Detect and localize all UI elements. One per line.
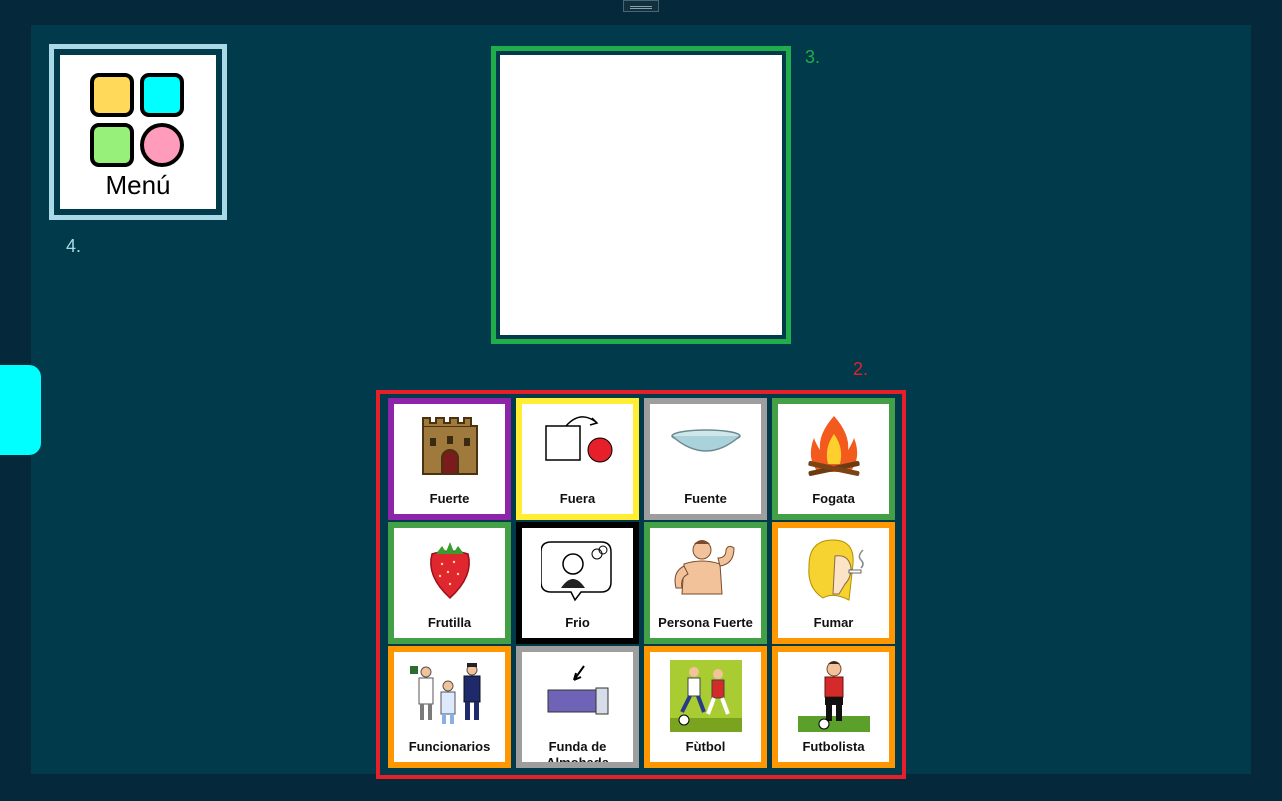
tile-label: Frutilla xyxy=(427,615,472,630)
symbol-tile[interactable]: Funcionarios xyxy=(388,646,511,768)
pink-circle-icon xyxy=(140,123,184,167)
side-drawer-tab[interactable] xyxy=(0,365,41,455)
tile-label: Fogata xyxy=(812,491,855,506)
cyan-square-icon xyxy=(140,73,184,117)
tile-label: Fuera xyxy=(559,491,596,506)
symbol-tile[interactable]: Fuerte xyxy=(388,398,511,520)
symbol-tile[interactable]: Fùtbol xyxy=(644,646,767,768)
menu-label: Menú xyxy=(105,170,171,200)
symbol-tile[interactable]: Funda de Almohada xyxy=(516,646,639,768)
smoking-icon xyxy=(807,539,864,601)
strong-person-icon xyxy=(674,540,735,595)
out-icon xyxy=(544,416,612,463)
symbol-board: Fuerte Fuera Fuente Fogata Frutilla Frio… xyxy=(376,390,906,779)
tile-label: Fumar xyxy=(813,615,854,630)
strawberry-icon xyxy=(429,542,470,600)
menu-annotation: 4. xyxy=(66,236,82,256)
board-annotation: 2. xyxy=(853,359,869,379)
symbol-tile[interactable]: Fuera xyxy=(516,398,639,520)
soccer-player-icon xyxy=(797,661,870,732)
top-drag-handle[interactable] xyxy=(623,0,659,12)
green-square-icon xyxy=(90,123,134,167)
selected-symbol-display xyxy=(500,55,782,335)
tile-label: Futbolista xyxy=(802,739,865,754)
display-annotation: 3. xyxy=(805,47,821,67)
display-frame xyxy=(491,46,791,344)
symbol-tile[interactable]: Fogata xyxy=(772,398,895,520)
bowl-icon xyxy=(670,429,741,452)
tile-label: Persona Fuerte xyxy=(658,615,753,630)
menu-frame: Menú xyxy=(49,44,227,220)
menu-button[interactable]: Menú xyxy=(60,55,216,209)
tile-label: Fùtbol xyxy=(685,739,726,754)
cold-person-icon xyxy=(540,541,612,602)
tile-label: Fuerte xyxy=(429,491,470,506)
symbol-tile[interactable]: Persona Fuerte xyxy=(644,522,767,644)
symbol-tile[interactable]: Futbolista xyxy=(772,646,895,768)
yellow-square-icon xyxy=(90,73,134,117)
tile-label: Fuente xyxy=(684,491,727,506)
campfire-icon xyxy=(807,416,860,476)
soccer-icon xyxy=(669,660,742,732)
pillowcase-icon xyxy=(547,665,608,715)
symbol-tile[interactable]: Frio xyxy=(516,522,639,644)
symbol-tile[interactable]: Fuente xyxy=(644,398,767,520)
tile-label: Funda de Almohada xyxy=(546,739,609,768)
castle-icon xyxy=(421,417,478,475)
tile-label: Funcionarios xyxy=(408,739,491,754)
symbol-tile[interactable]: Fumar xyxy=(772,522,895,644)
officials-icon xyxy=(409,663,480,724)
tile-label: Frio xyxy=(565,615,590,630)
symbol-tile[interactable]: Frutilla xyxy=(388,522,511,644)
